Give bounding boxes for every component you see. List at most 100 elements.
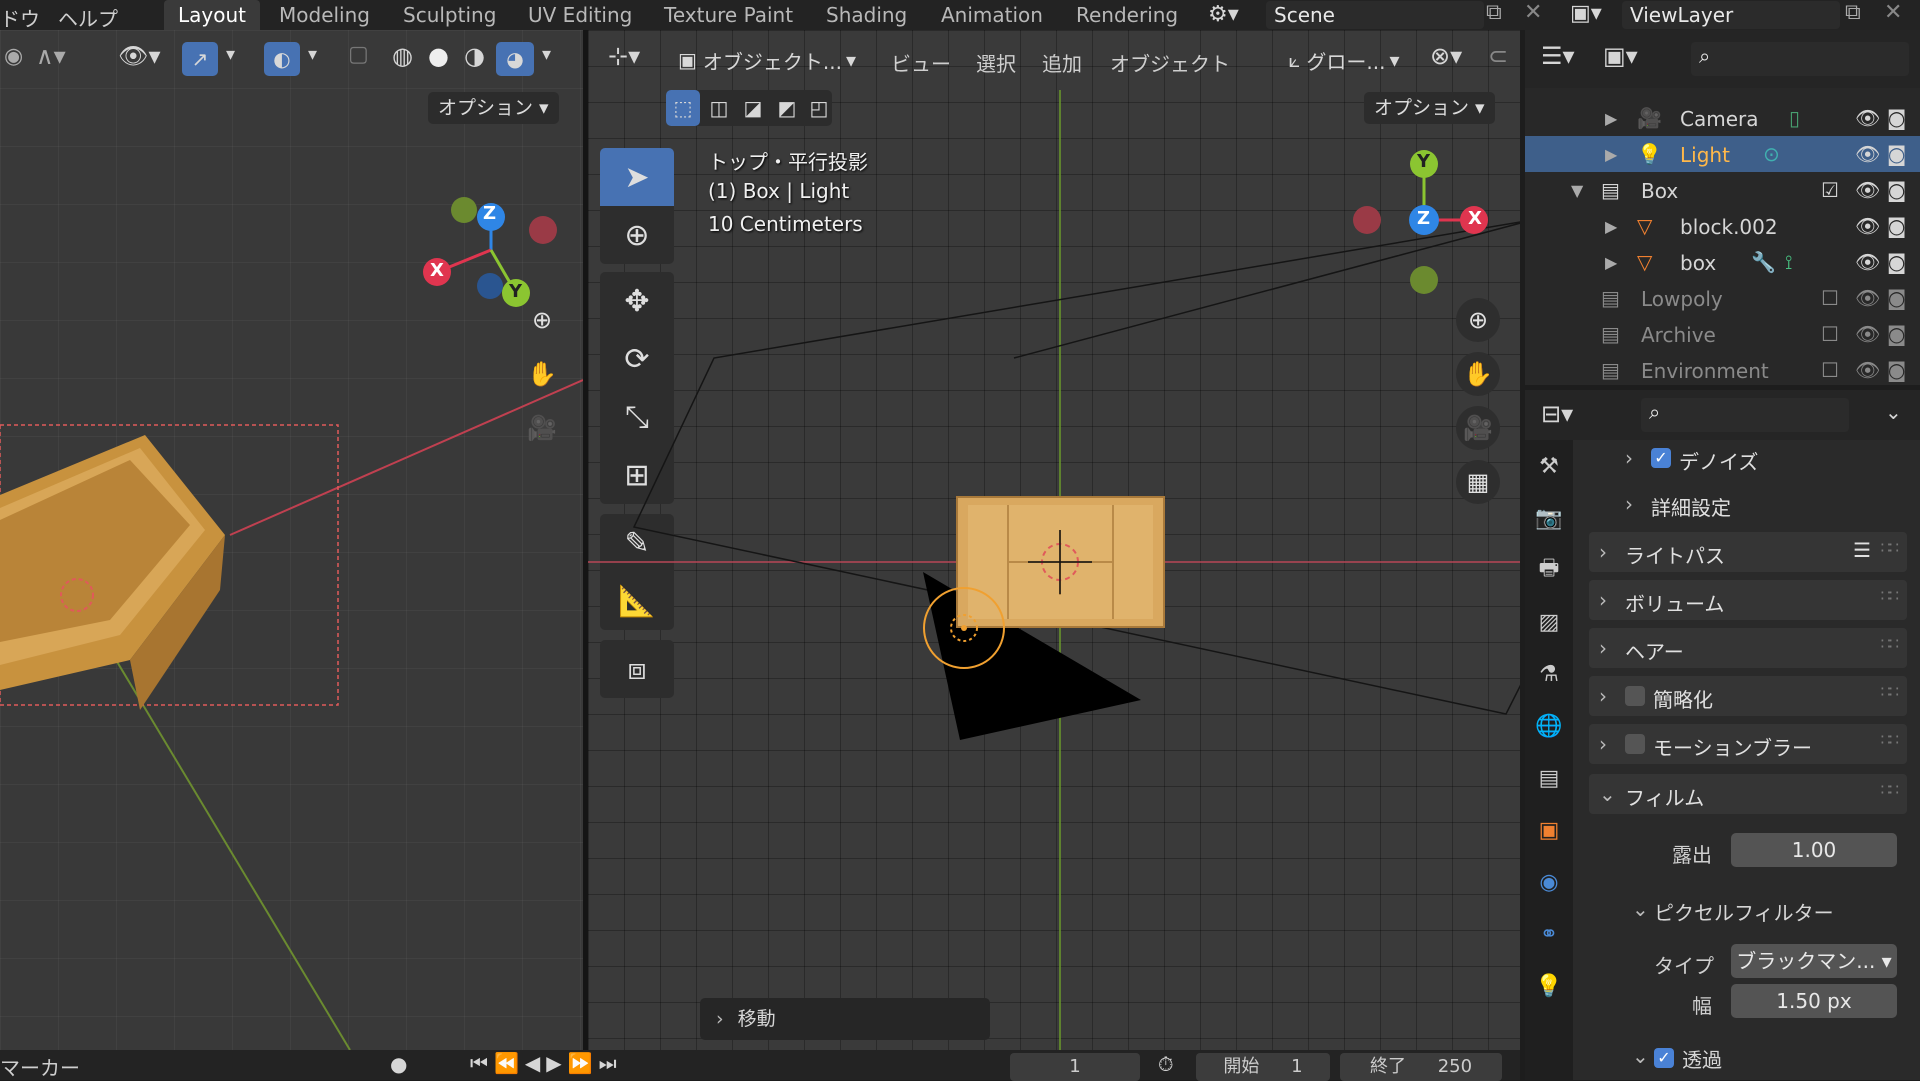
render-camera-icon[interactable]: ◙ [1887, 286, 1906, 310]
outliner-search-input[interactable]: ⌕ [1691, 42, 1909, 76]
render-camera-icon[interactable]: ◙ [1887, 178, 1906, 202]
outliner-row-box-collection[interactable]: ▼ ▤ Box ☑ 👁 ◙ [1525, 172, 1920, 208]
drag-grip-icon[interactable]: ∷∷ [1881, 586, 1899, 605]
drag-grip-icon[interactable]: ∷∷ [1881, 780, 1899, 799]
last-operator-panel[interactable]: › 移動 [700, 998, 990, 1040]
expand-arrow-icon[interactable]: ▶ [1605, 109, 1617, 128]
panel-motion-blur[interactable]: › モーションブラー ∷∷ [1589, 724, 1907, 764]
panel-denoise[interactable]: › ✓ デノイズ [1589, 438, 1907, 478]
properties-options-chevron-icon[interactable]: ⌄ [1885, 400, 1902, 424]
main-camera-view-icon[interactable]: 🎥 [1456, 406, 1500, 450]
eye-icon[interactable]: 👁 [1855, 142, 1880, 166]
new-view-layer-icon[interactable]: ⧉ [1845, 0, 1861, 25]
panel-volumes[interactable]: › ボリューム ∷∷ [1589, 580, 1907, 620]
main-ortho-grid-icon[interactable]: ▦ [1456, 460, 1500, 504]
collapse-arrow-icon[interactable]: ▼ [1571, 181, 1583, 200]
render-camera-icon[interactable]: ◙ [1887, 142, 1906, 166]
eye-icon[interactable]: 👁 [1855, 214, 1880, 238]
tab-layout[interactable]: Layout [164, 0, 260, 30]
new-scene-icon[interactable]: ⧉ [1486, 0, 1502, 25]
eye-icon[interactable]: 👁 [1855, 178, 1880, 202]
eye-icon[interactable]: 👁 [1855, 106, 1880, 130]
filter-type-dropdown[interactable]: ブラックマン... ▾ [1731, 944, 1897, 978]
render-camera-icon[interactable]: ◙ [1887, 250, 1906, 274]
render-camera-icon[interactable]: ◙ [1887, 322, 1906, 346]
scene-selector-icon[interactable]: ⚙▾ [1208, 2, 1239, 27]
render-camera-icon[interactable]: ◙ [1887, 214, 1906, 238]
outliner-row-archive[interactable]: ▤ Archive ☐ 👁 ◙ [1525, 316, 1920, 352]
filter-width-field[interactable]: 1.50 px [1731, 984, 1897, 1018]
tab-modeling[interactable]: Modeling [265, 0, 384, 30]
panel-advanced[interactable]: › 詳細設定 [1589, 484, 1907, 524]
tab-texture-paint[interactable]: Texture Paint [650, 0, 807, 30]
outliner-display-mode-icon[interactable]: ▣▾ [1603, 42, 1638, 70]
presets-list-icon[interactable]: ☰ [1853, 538, 1871, 562]
outliner-row-block002[interactable]: ▶ ▽ block.002 👁 ◙ [1525, 208, 1920, 244]
eye-icon[interactable]: 👁 [1855, 286, 1880, 310]
outliner-row-environment[interactable]: ▤ Environment ☐ 👁 ◙ [1525, 352, 1920, 388]
scene-tab-icon[interactable]: ⚗ [1533, 658, 1565, 690]
tab-shading[interactable]: Shading [812, 0, 921, 30]
properties-editor-type-icon[interactable]: ⊟▾ [1541, 400, 1573, 428]
tab-sculpting[interactable]: Sculpting [389, 0, 510, 30]
end-frame-field[interactable]: 終了 250 [1340, 1053, 1502, 1081]
collection-tab-icon[interactable]: ▤ [1533, 762, 1565, 794]
exclude-checkbox-icon[interactable]: ☐ [1821, 286, 1839, 310]
render-tab-icon[interactable]: 📷 [1533, 502, 1565, 534]
expand-arrow-icon[interactable]: ▶ [1605, 145, 1617, 164]
expand-arrow-icon[interactable]: ▶ [1605, 253, 1617, 272]
menu-window[interactable]: ドウ [0, 3, 40, 32]
outliner-row-light[interactable]: ▶ 💡 Light ⊙ 👁 ◙ [1525, 136, 1920, 172]
panel-pixel-filter[interactable]: ⌄ ピクセルフィルター [1588, 893, 1906, 929]
outliner-row-camera[interactable]: ▶ 🎥 Camera ▯ 👁 ◙ [1525, 100, 1920, 136]
panel-film[interactable]: ⌄ フィルム ∷∷ [1589, 774, 1907, 814]
physics-tab-icon[interactable]: ◉ [1533, 866, 1565, 898]
playback-controls[interactable]: ⏮⏪◀▶⏩⏭ [470, 1051, 623, 1075]
main-3d-viewport[interactable]: ⊹▾ ▣ オブジェクト... ▾ ビュー 選択 追加 オブジェクト ⟀ グロー.… [588, 30, 1520, 1050]
outliner-row-lowpoly[interactable]: ▤ Lowpoly ☐ 👁 ◙ [1525, 280, 1920, 316]
menu-help[interactable]: ヘルプ [58, 3, 118, 32]
delete-scene-icon[interactable]: ✕ [1524, 0, 1542, 25]
simplify-checkbox[interactable] [1625, 686, 1645, 706]
drag-grip-icon[interactable]: ∷∷ [1881, 682, 1899, 701]
keyframe-dot-icon[interactable]: ● [390, 1052, 407, 1076]
main-pan-hand-icon[interactable]: ✋ [1456, 352, 1500, 396]
delete-view-layer-icon[interactable]: ✕ [1884, 0, 1902, 25]
denoise-checkbox[interactable]: ✓ [1651, 448, 1671, 468]
panel-light-paths[interactable]: › ライトパス ☰ ∷∷ [1589, 532, 1907, 572]
outliner-row-box[interactable]: ▶ ▽ box 🔧 ⟟ 👁 ◙ [1525, 244, 1920, 280]
left-3d-viewport[interactable]: ◉ ∧▾ 👁▾ ↗ ▾ ◐ ▾ ▢ ◍ ● ◑ ◕ ▾ オプション ▾ Z X … [0, 30, 583, 1050]
panel-hair[interactable]: › ヘアー ∷∷ [1589, 628, 1907, 668]
eye-icon[interactable]: 👁 [1855, 250, 1880, 274]
eye-icon[interactable]: 👁 [1855, 322, 1880, 346]
panel-transparent[interactable]: ⌄ ✓ 透過 [1588, 1040, 1906, 1076]
object-tab-icon[interactable]: ▣ [1533, 814, 1565, 846]
eye-icon[interactable]: 👁 [1855, 358, 1880, 382]
tab-animation[interactable]: Animation [927, 0, 1057, 30]
scene-name-field[interactable]: Scene [1266, 1, 1484, 29]
properties-search-input[interactable]: ⌕ [1641, 398, 1849, 432]
main-zoom-icon[interactable]: ⊕ [1456, 298, 1500, 342]
render-camera-icon[interactable]: ◙ [1887, 106, 1906, 130]
world-tab-icon[interactable]: 🌐 [1533, 710, 1565, 742]
output-tab-icon[interactable]: 🖶 [1533, 554, 1565, 586]
constraints-tab-icon[interactable]: ⚭ [1533, 918, 1565, 950]
exclude-checkbox-icon[interactable]: ☐ [1821, 358, 1839, 382]
drag-grip-icon[interactable]: ∷∷ [1881, 730, 1899, 749]
render-camera-icon[interactable]: ◙ [1887, 358, 1906, 382]
exclude-checkbox-icon[interactable]: ☐ [1821, 322, 1839, 346]
start-frame-field[interactable]: 開始 1 [1196, 1053, 1330, 1081]
transparent-checkbox[interactable]: ✓ [1654, 1048, 1674, 1068]
tab-uv-editing[interactable]: UV Editing [514, 0, 646, 30]
motion-blur-checkbox[interactable] [1625, 734, 1645, 754]
panel-simplify[interactable]: › 簡略化 ∷∷ [1589, 676, 1907, 716]
current-frame-field[interactable]: 1 [1010, 1053, 1140, 1081]
view-layer-field[interactable]: ViewLayer [1622, 1, 1840, 29]
drag-grip-icon[interactable]: ∷∷ [1881, 538, 1899, 557]
expand-arrow-icon[interactable]: ▶ [1605, 217, 1617, 236]
tab-rendering[interactable]: Rendering [1062, 0, 1192, 30]
outliner-editor-type-icon[interactable]: ☰▾ [1541, 42, 1575, 70]
view-layer-tab-icon[interactable]: ▨ [1533, 606, 1565, 638]
menu-marker[interactable]: マーカー [0, 1052, 80, 1081]
exposure-field[interactable]: 1.00 [1731, 833, 1897, 867]
